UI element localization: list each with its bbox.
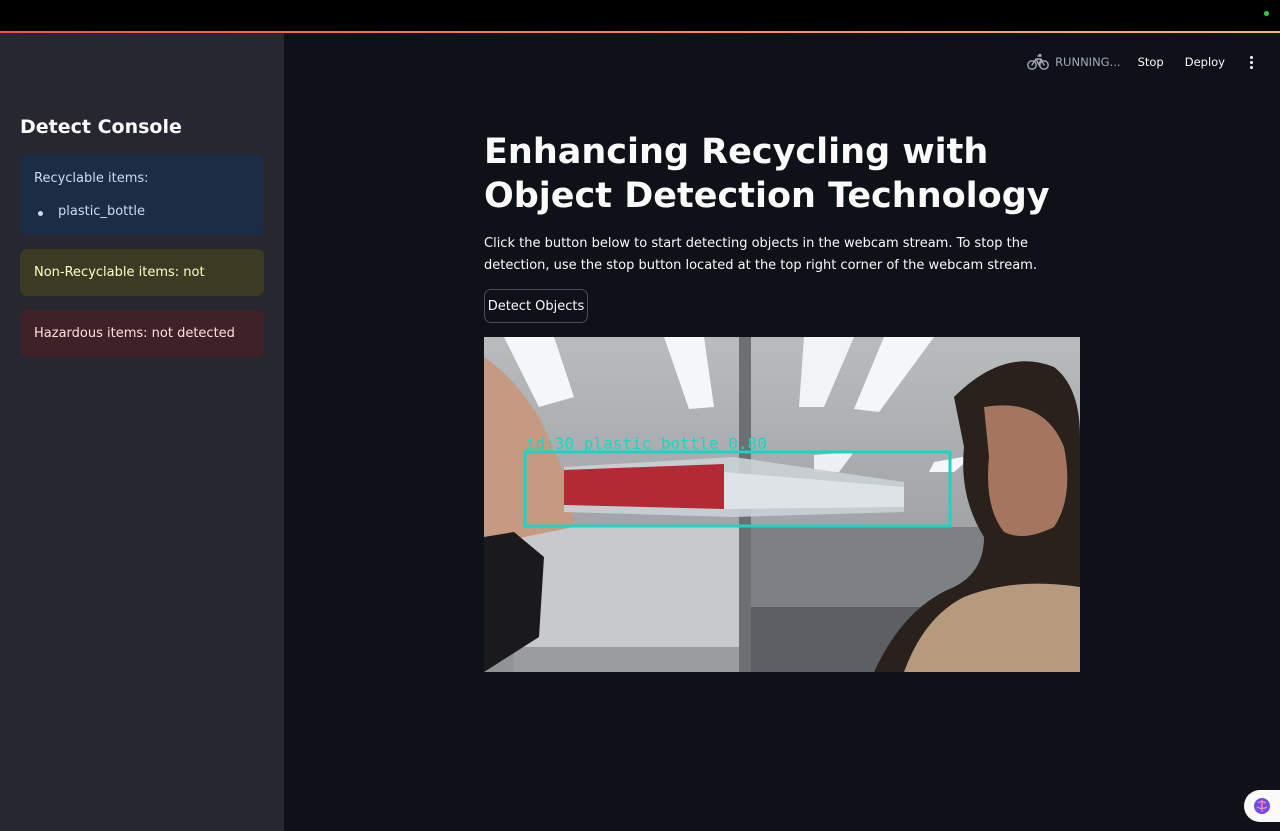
vertical-ellipsis-icon[interactable] bbox=[1246, 55, 1256, 69]
page-title: Enhancing Recycling with Object Detectio… bbox=[484, 132, 1050, 216]
recyclable-label: Recyclable items: bbox=[34, 171, 149, 186]
bicycle-icon bbox=[1027, 53, 1049, 70]
detect-objects-button[interactable]: Detect Objects bbox=[484, 289, 588, 323]
sidebar-title: Detect Console bbox=[20, 116, 182, 138]
status-dot-icon bbox=[1264, 11, 1269, 16]
page-description: Click the button below to start detectin… bbox=[484, 236, 1037, 273]
app-toolbar: RUNNING... Stop Deploy bbox=[1027, 52, 1256, 72]
deploy-button[interactable]: Deploy bbox=[1185, 55, 1225, 69]
brain-icon bbox=[1254, 798, 1270, 814]
app-assistant-button[interactable] bbox=[1244, 790, 1280, 822]
webcam-frame-image: id:30 plastic_bottle 0.80 bbox=[484, 337, 1080, 672]
detection-label: id:30 plastic_bottle 0.80 bbox=[526, 434, 767, 453]
recyclable-alert: Recyclable items: plastic_bottle bbox=[20, 154, 264, 235]
list-item: plastic_bottle bbox=[38, 204, 145, 219]
stop-button[interactable]: Stop bbox=[1138, 55, 1164, 69]
recyclable-list: plastic_bottle bbox=[38, 204, 145, 219]
webcam-stream: id:30 plastic_bottle 0.80 bbox=[484, 337, 1080, 672]
running-status: RUNNING... bbox=[1027, 53, 1121, 71]
sidebar: Detect Console Recyclable items: plastic… bbox=[0, 33, 284, 831]
window-top-bar bbox=[0, 0, 1280, 31]
non-recyclable-alert: Non-Recyclable items: not detected bbox=[20, 249, 264, 327]
hazardous-alert: Hazardous items: not detected bbox=[20, 310, 264, 357]
running-status-text: RUNNING... bbox=[1055, 55, 1121, 69]
